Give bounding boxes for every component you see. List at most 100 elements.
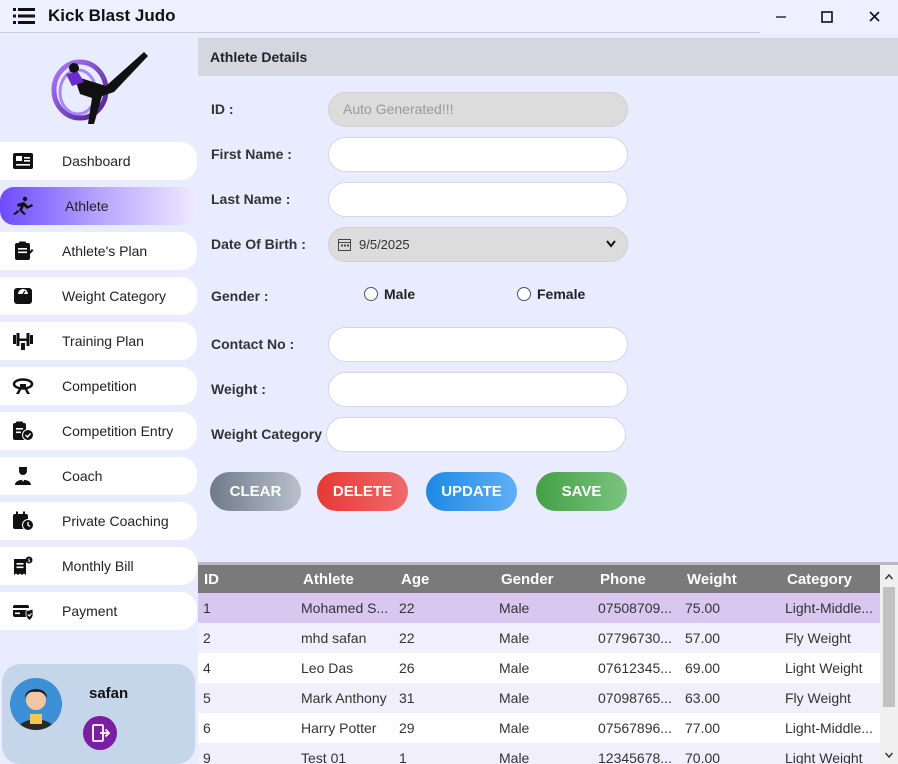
calendar-icon (338, 239, 351, 251)
sidebar-item-private-coaching[interactable]: Private Coaching (0, 502, 197, 540)
cell-id: 1 (203, 600, 211, 616)
column-header-gender[interactable]: Gender (501, 571, 554, 588)
chevron-down-icon (606, 240, 616, 248)
table-header: ID Athlete Age Gender Phone Weight Categ… (198, 565, 880, 593)
sidebar-item-competition[interactable]: Competition (0, 367, 197, 405)
table-row[interactable]: 1 Mohamed S... 22 Male 07508709... 75.00 Light… (198, 593, 880, 623)
table-row[interactable]: 2 mhd safan 22 Male 07796730... 57.00 Fly Weig… (198, 623, 880, 653)
cell-athlete: mhd safan (301, 630, 367, 646)
update-button[interactable]: UPDATE (426, 472, 517, 511)
scroll-up-icon[interactable] (885, 573, 893, 581)
coach-icon (15, 467, 31, 485)
maximize-button[interactable] (812, 6, 842, 28)
sidebar-item-dashboard[interactable]: Dashboard (0, 142, 197, 180)
sidebar-item-monthly-bill[interactable]: $ Monthly Bill (0, 547, 197, 585)
column-header-phone[interactable]: Phone (600, 571, 646, 588)
radio-label: Male (384, 286, 416, 302)
table-row[interactable]: 9 Test 01 1 Male 12345678... 70.00 Light Weigh… (198, 743, 880, 764)
weight-category-field[interactable] (326, 417, 626, 452)
menu-icon[interactable] (13, 7, 35, 25)
cell-gender: Male (499, 720, 530, 736)
title-bar: Kick Blast Judo (0, 0, 898, 34)
dob-date-picker[interactable]: 9/5/2025 (328, 227, 628, 262)
sidebar-item-label: Athlete (65, 198, 109, 214)
athletes-table: ID Athlete Age Gender Phone Weight Categ… (198, 562, 898, 764)
cell-age: 22 (399, 630, 415, 646)
column-header-athlete[interactable]: Athlete (303, 571, 354, 588)
calendar-clock-icon (13, 511, 34, 531)
cell-athlete: Harry Potter (301, 720, 377, 736)
save-button[interactable]: SAVE (536, 472, 627, 511)
cell-phone: 07098765... (598, 690, 672, 706)
sidebar-item-athletes-plan[interactable]: Athlete's Plan (0, 232, 197, 270)
scroll-down-icon[interactable] (885, 751, 893, 759)
radio-circle (364, 287, 378, 301)
id-label: ID : (211, 101, 234, 117)
dob-label: Date Of Birth : (211, 236, 306, 252)
cell-phone: 12345678... (598, 750, 672, 764)
weight-category-label: Weight Category : (211, 426, 331, 442)
dumbbell-icon (13, 333, 33, 350)
sidebar-item-training-plan[interactable]: Training Plan (0, 322, 197, 360)
cell-weight: 57.00 (685, 630, 721, 646)
close-button[interactable] (860, 6, 890, 28)
cell-gender: Male (499, 600, 530, 616)
clear-button[interactable]: CLEAR (210, 472, 301, 511)
avatar (10, 678, 62, 730)
cell-athlete: Test 01 (301, 750, 347, 764)
athlete-icon (13, 196, 33, 215)
sidebar-item-weight-category[interactable]: Weight Category (0, 277, 197, 315)
sidebar-item-label: Monthly Bill (62, 558, 134, 574)
table-row[interactable]: 5 Mark Anthony 31 Male 07098765... 63.00 Fly W… (198, 683, 880, 713)
cell-weight: 70.00 (685, 750, 721, 764)
gender-male-radio[interactable]: Male (364, 286, 415, 302)
judo-logo (51, 52, 148, 124)
cell-category: Light Weight (785, 750, 863, 764)
athlete-details-header: Athlete Details (198, 38, 898, 76)
weight-field[interactable] (328, 372, 628, 407)
column-header-category[interactable]: Category (787, 571, 852, 588)
sidebar-item-coach[interactable]: Coach (0, 457, 197, 495)
username: safan (89, 685, 129, 702)
cell-phone: 07508709... (598, 600, 672, 616)
cell-phone: 07567896... (598, 720, 672, 736)
contact-field[interactable] (328, 327, 628, 362)
cell-athlete: Mohamed S... (301, 600, 389, 616)
table-row[interactable]: 4 Leo Das 26 Male 07612345... 69.00 Light Weig… (198, 653, 880, 683)
belt-icon (12, 378, 34, 394)
cell-athlete: Leo Das (301, 660, 354, 676)
cell-athlete: Mark Anthony (301, 690, 387, 706)
clipboard-check-icon (13, 421, 34, 441)
last-name-field[interactable] (328, 182, 628, 217)
cell-phone: 07612345... (598, 660, 672, 676)
column-header-id[interactable]: ID (204, 571, 219, 588)
minimize-button[interactable] (766, 6, 796, 28)
first-name-field[interactable] (328, 137, 628, 172)
id-field: Auto Generated!!! (328, 92, 628, 127)
sidebar-item-competition-entry[interactable]: Competition Entry (0, 412, 197, 450)
radio-label: Female (537, 286, 586, 302)
cell-age: 26 (399, 660, 415, 676)
column-header-weight[interactable]: Weight (687, 571, 737, 588)
table-scrollbar[interactable] (880, 565, 898, 764)
cell-age: 22 (399, 600, 415, 616)
cell-gender: Male (499, 660, 530, 676)
logout-button[interactable] (83, 716, 117, 750)
cell-category: Light-Middle... (785, 600, 873, 616)
sidebar-item-payment[interactable]: Payment (0, 592, 197, 630)
table-row[interactable]: 6 Harry Potter 29 Male 07567896... 77.00 Light… (198, 713, 880, 743)
cell-id: 6 (203, 720, 211, 736)
sidebar-item-label: Competition (62, 378, 137, 394)
dob-value: 9/5/2025 (359, 237, 410, 252)
gender-label: Gender : (211, 288, 269, 304)
cell-gender: Male (499, 750, 530, 764)
gender-female-radio[interactable]: Female (517, 286, 585, 302)
radio-circle (517, 287, 531, 301)
delete-button[interactable]: DELETE (317, 472, 408, 511)
column-header-age[interactable]: Age (401, 571, 429, 588)
last-name-label: Last Name : (211, 191, 291, 207)
scrollbar-thumb[interactable] (883, 587, 895, 707)
cell-phone: 07796730... (598, 630, 672, 646)
sidebar-item-athlete[interactable]: Athlete (0, 187, 197, 225)
sidebar-item-label: Athlete's Plan (62, 243, 148, 259)
